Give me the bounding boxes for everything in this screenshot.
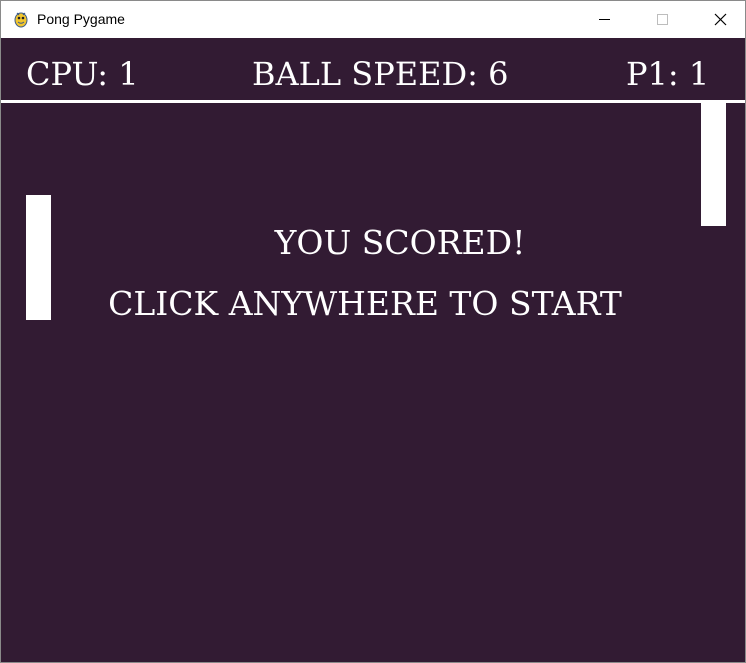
player-paddle [701,101,726,226]
cpu-score: CPU: 1 [26,55,139,93]
start-prompt: CLICK ANYWHERE TO START [108,284,622,323]
game-canvas[interactable]: CPU: 1 BALL SPEED: 6 P1: 1 YOU SCORED! C… [1,38,745,662]
p1-score: P1: 1 [626,55,710,93]
scored-message: YOU SCORED! [274,223,526,262]
minimize-button[interactable] [575,1,633,38]
pygame-snake-icon [12,10,30,28]
minimize-icon [599,19,610,20]
maximize-icon [657,14,668,25]
close-button[interactable] [691,1,746,38]
maximize-button[interactable] [633,1,691,38]
title-bar[interactable]: Pong Pygame [1,1,745,38]
ball-speed: BALL SPEED: 6 [252,55,509,93]
window-title: Pong Pygame [37,11,125,27]
hud-divider [1,100,745,103]
close-icon [714,13,727,26]
game-window: Pong Pygame CPU: 1 BALL SPEED: 6 P1: 1 Y… [0,0,746,663]
